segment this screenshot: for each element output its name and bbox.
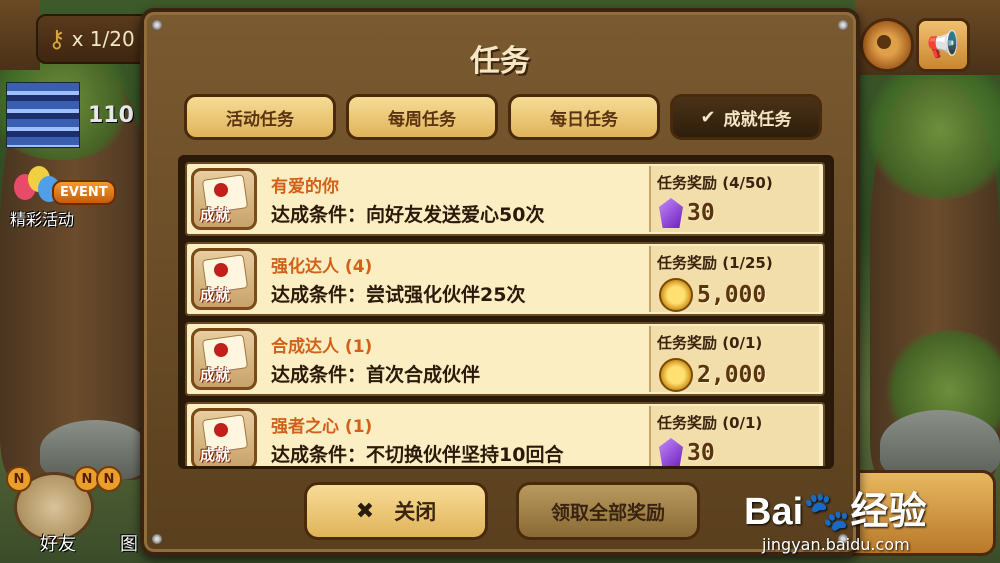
paw-icon: 🐾 [803, 491, 851, 533]
quest-condition: 达成条件：尝试强化伙伴25次 [271, 284, 526, 306]
friends-button[interactable]: N N 好友 [4, 462, 100, 558]
quest-row: 成就 强者之心 (1) 达成条件：不切换伙伴坚持10回合 任务奖励 (0/1) … [185, 402, 825, 466]
watermark-brand-suffix: 经验 [850, 491, 927, 533]
event-label: 精彩活动 [10, 210, 75, 229]
gem-icon [659, 198, 683, 228]
quest-list[interactable]: 成就 有爱的你 达成条件：向好友发送爱心50次 任务奖励 (4/50) 30 成… [178, 155, 834, 469]
event-tag: EVENT [52, 180, 116, 205]
gear-icon[interactable] [860, 18, 914, 72]
quest-row: 成就 强化达人 (4) 达成条件：尝试强化伙伴25次 任务奖励 (1/25) 5… [185, 242, 825, 316]
reward-label: 任务奖励 (0/1) [657, 414, 763, 432]
gold-coin-icon [659, 278, 693, 312]
collection-button[interactable]: N 图 [96, 462, 140, 558]
quest-tabs: 活动任务 每周任务 每日任务 ✔ 成就任务 [184, 94, 822, 140]
reward-amount: 30 [687, 200, 715, 226]
key-count: x 1/20 [71, 27, 135, 51]
rivet [152, 20, 162, 30]
announcement-horn-icon[interactable]: 📢 [916, 18, 970, 72]
quest-name: 合成达人 (1) [271, 337, 373, 357]
energy-display: 110 [6, 82, 134, 148]
reward-amount: 2,000 [697, 362, 767, 388]
baidu-watermark: Bai🐾经验 jingyan.baidu.com [744, 480, 926, 554]
quest-condition: 达成条件：向好友发送爱心50次 [271, 204, 545, 226]
quest-reward: 任务奖励 (4/50) 30 [649, 166, 819, 232]
achievement-scroll-icon: 成就 [191, 248, 257, 310]
achievement-scroll-icon: 成就 [191, 168, 257, 230]
rivet [838, 20, 848, 30]
claim-all-button[interactable]: 领取全部奖励 [516, 482, 700, 540]
icon-tag: 成就 [200, 286, 231, 304]
collection-label: 图 [120, 534, 138, 555]
dialog-title: 任务 [470, 44, 530, 79]
tab-weekly[interactable]: 每周任务 [346, 94, 498, 140]
quest-reward: 任务奖励 (0/1) 2,000 [649, 326, 819, 392]
icon-tag: 成就 [200, 366, 231, 384]
reward-label: 任务奖励 (0/1) [657, 334, 763, 352]
energy-value: 110 [88, 102, 134, 128]
tab-daily[interactable]: 每日任务 [508, 94, 660, 140]
quest-name: 有爱的你 [271, 177, 339, 197]
tab-label: 每日任务 [550, 109, 618, 130]
new-badge: N [6, 466, 32, 492]
tab-label: 成就任务 [723, 109, 792, 130]
quest-name: 强者之心 (1) [271, 417, 373, 437]
reward-label: 任务奖励 (4/50) [657, 174, 773, 192]
quest-condition: 达成条件：不切换伙伴坚持10回合 [271, 444, 564, 466]
tab-achievement[interactable]: ✔ 成就任务 [670, 94, 822, 140]
quest-condition: 达成条件：首次合成伙伴 [271, 364, 481, 386]
close-button[interactable]: ✖ 关闭 [304, 482, 488, 540]
quest-dialog: 任务 活动任务 每周任务 每日任务 ✔ 成就任务 成就 有爱的你 达成条件：向好… [140, 8, 860, 556]
icon-tag: 成就 [200, 446, 231, 464]
quest-reward: 任务奖励 (0/1) 30 [649, 406, 819, 466]
rivet [152, 534, 162, 544]
close-label: 关闭 [394, 500, 437, 524]
energy-bar-icon [6, 82, 80, 148]
tab-activity[interactable]: 活动任务 [184, 94, 336, 140]
watermark-brand: Bai [744, 491, 804, 533]
watermark-url: jingyan.baidu.com [762, 535, 910, 554]
quest-name: 强化达人 (4) [271, 257, 373, 277]
gold-coin-icon [659, 358, 693, 392]
key-counter: ⚷ x 1/20 [36, 14, 156, 64]
quest-row: 成就 合成达人 (1) 达成条件：首次合成伙伴 任务奖励 (0/1) 2,000 [185, 322, 825, 396]
tab-label: 活动任务 [226, 109, 294, 130]
claim-label: 领取全部奖励 [550, 501, 665, 524]
achievement-scroll-icon: 成就 [191, 408, 257, 466]
icon-tag: 成就 [200, 206, 231, 224]
achievement-scroll-icon: 成就 [191, 328, 257, 390]
reward-label: 任务奖励 (1/25) [657, 254, 773, 272]
reward-amount: 30 [687, 440, 715, 466]
gem-icon [659, 438, 683, 466]
key-icon: ⚷ [48, 25, 66, 53]
tab-label: 每周任务 [388, 109, 456, 130]
close-icon: ✖ [355, 498, 375, 524]
friends-label: 好友 [40, 534, 76, 555]
check-icon: ✔ [700, 106, 716, 128]
hud-top-left-frame [0, 0, 40, 70]
quest-reward: 任务奖励 (1/25) 5,000 [649, 246, 819, 312]
reward-amount: 5,000 [697, 282, 767, 308]
event-button[interactable]: EVENT 精彩活动 [6, 160, 116, 230]
new-badge: N [96, 466, 122, 492]
quest-row: 成就 有爱的你 达成条件：向好友发送爱心50次 任务奖励 (4/50) 30 [185, 162, 825, 236]
